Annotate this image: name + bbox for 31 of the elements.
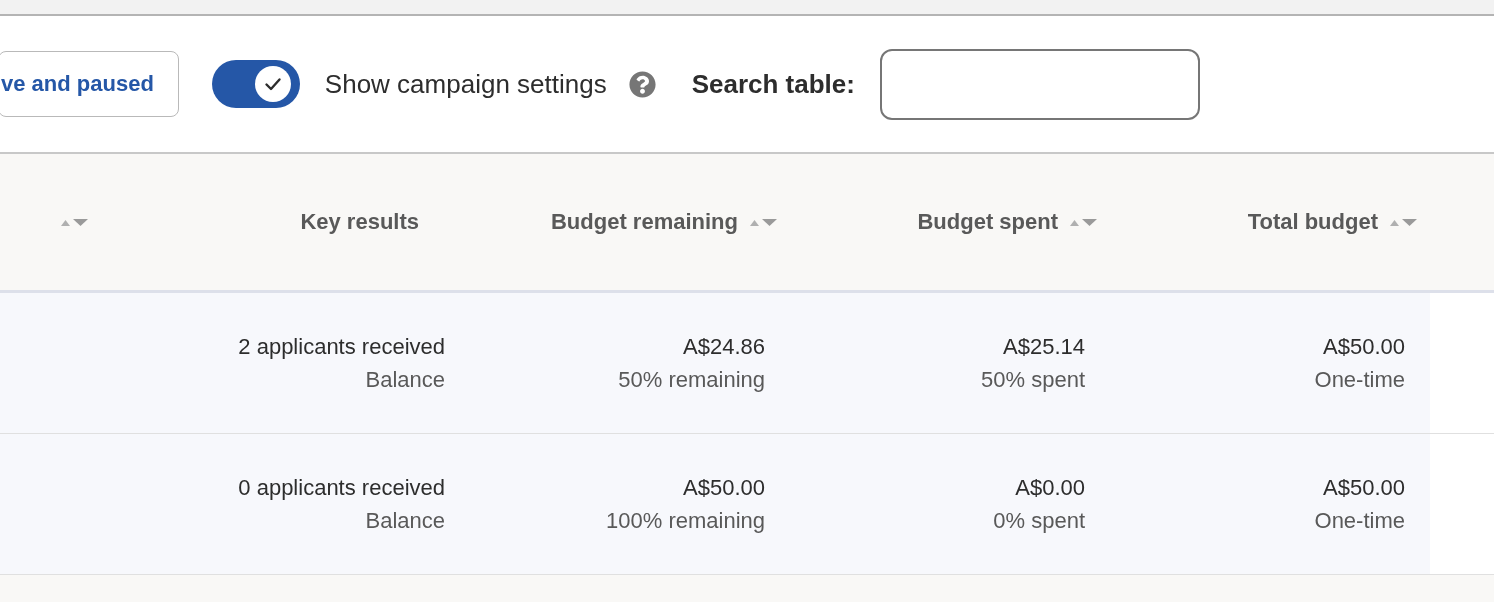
cell-value: A$24.86 <box>683 333 765 361</box>
cell-value: A$50.00 <box>1323 474 1405 502</box>
column-header: Key results <box>300 209 419 235</box>
column-header: Total budget <box>1247 209 1378 235</box>
sort-icon[interactable] <box>1390 217 1417 227</box>
sort-icon[interactable] <box>1070 217 1097 227</box>
cell-value: A$25.14 <box>1003 333 1085 361</box>
cell-subtext: 50% spent <box>981 366 1085 394</box>
cell-subtext: Balance <box>365 507 445 535</box>
check-icon <box>254 66 291 102</box>
search-field[interactable] <box>879 48 1200 120</box>
cell-subtext: 0% spent <box>993 507 1085 535</box>
cell-subtext: Balance <box>365 366 445 394</box>
toggle-label: Show campaign settings <box>324 68 607 100</box>
cell-value: A$0.00 <box>1015 474 1085 502</box>
toggle-switch[interactable] <box>211 60 300 108</box>
cell-subtext: One-time <box>1314 366 1405 394</box>
cell-value: 2 applicants received <box>238 333 445 361</box>
cell-value: A$50.00 <box>1323 333 1405 361</box>
filter-button[interactable]: ve and paused <box>0 51 179 117</box>
cell-value: A$50.00 <box>683 474 765 502</box>
cell-value: 0 applicants received <box>238 474 445 502</box>
column-header: Budget remaining <box>551 209 738 235</box>
cell-subtext: 50% remaining <box>618 366 765 394</box>
column-header: Budget spent <box>917 209 1058 235</box>
sort-icon[interactable] <box>750 217 777 227</box>
sort-icon[interactable] <box>61 217 88 227</box>
cell-subtext: 100% remaining <box>606 507 765 535</box>
search-label: Search table: <box>691 68 855 100</box>
help-icon[interactable] <box>628 70 656 98</box>
cell-subtext: One-time <box>1314 507 1405 535</box>
